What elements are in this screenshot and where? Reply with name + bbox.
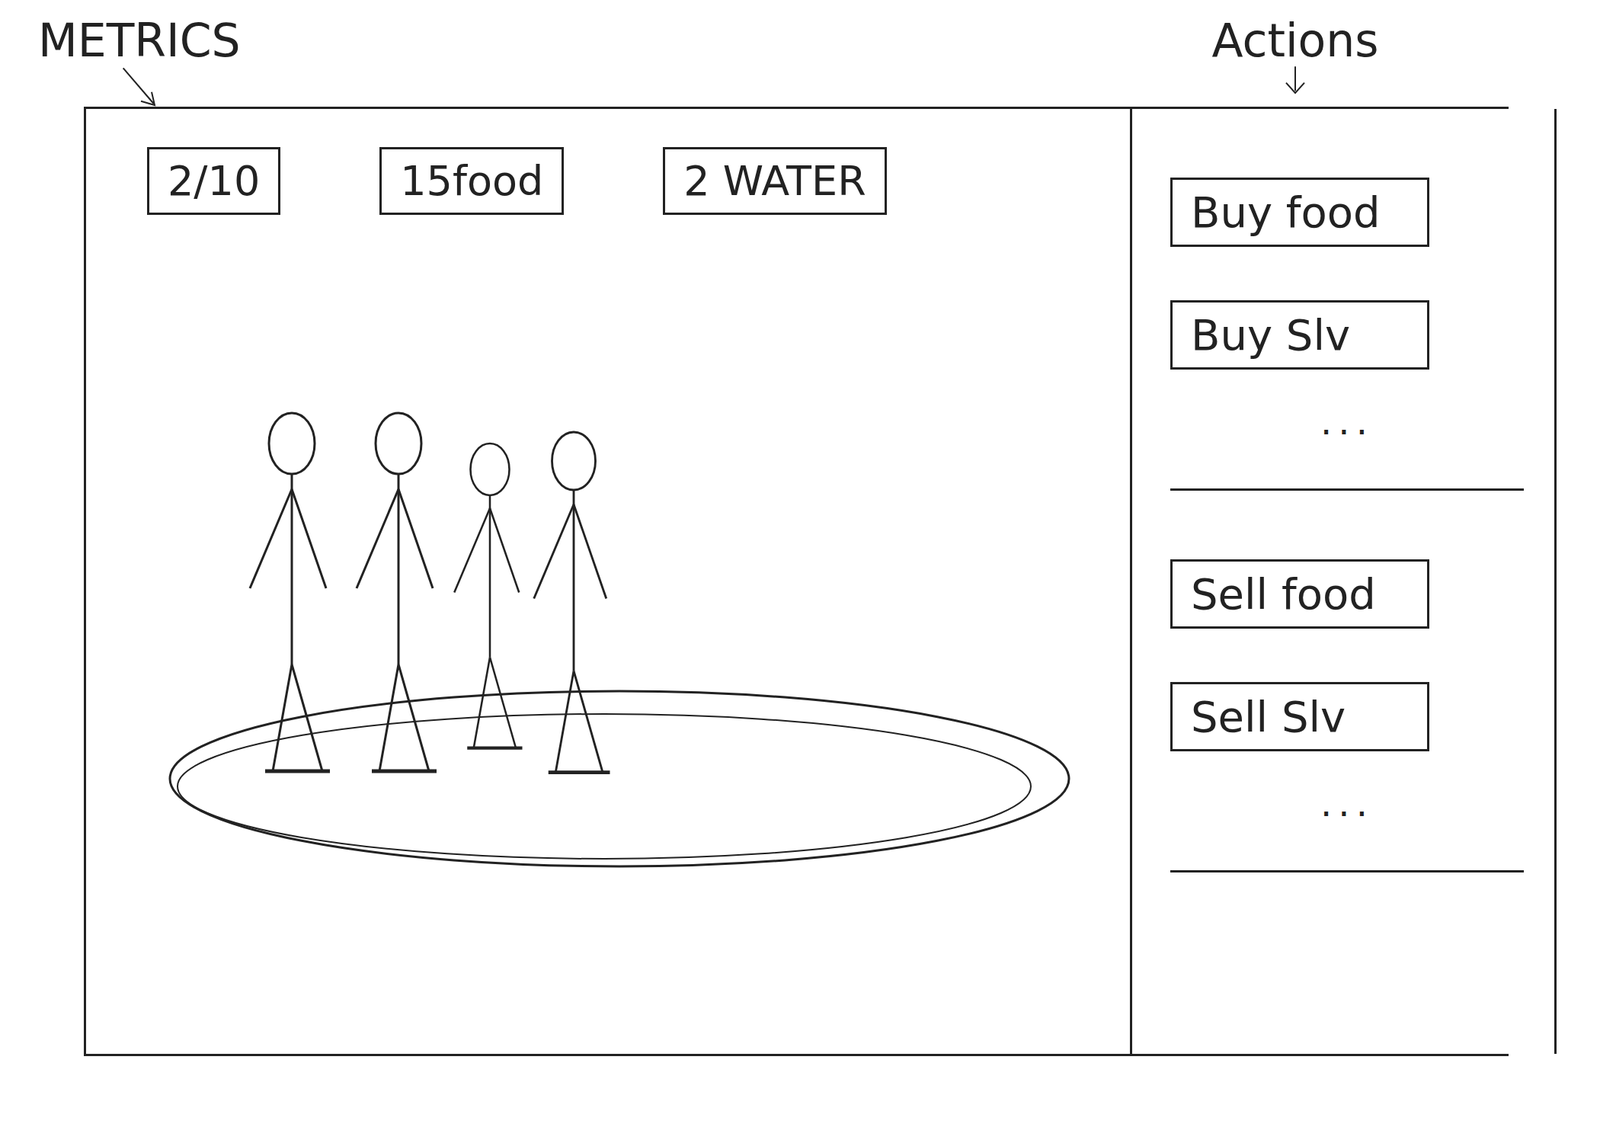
game-panel: 2/10 15food 2 WATER — [83, 108, 1130, 1054]
stick-figure-icon — [249, 412, 330, 772]
action-button[interactable]: Buy food — [1170, 177, 1430, 247]
more-actions[interactable]: ... — [1320, 781, 1374, 825]
metric-box: 2 WATER — [662, 147, 887, 215]
actions-annotation-label: Actions — [1211, 15, 1379, 66]
arrow-down-right-icon — [114, 65, 183, 112]
stick-figure-icon — [534, 432, 611, 773]
ground-platform — [169, 691, 1069, 867]
stick-figure-icon — [356, 412, 437, 772]
action-group: Buy food Buy Slv... — [1170, 177, 1524, 491]
metrics-bar: 2/10 15food 2 WATER — [147, 147, 1100, 215]
actions-panel: Buy food Buy Slv... Sell food Sell Slv... — [1129, 108, 1557, 1054]
arrow-down-icon — [1280, 65, 1311, 96]
wireframe-page: METRICSActions2/1015food2 WATERBuy foodB… — [0, 0, 1600, 1143]
screen-frame: 2/10 15food 2 WATER Buy food Buy Slv... Sell … — [83, 106, 1509, 1056]
action-button[interactable]: Sell food — [1170, 559, 1430, 629]
annotation-row: METRICSActions — [83, 15, 1509, 107]
metric-box: 15food — [379, 147, 564, 215]
metrics-annotation: METRICS — [38, 15, 1082, 112]
action-button[interactable]: Buy Slv — [1170, 300, 1430, 370]
stick-figure-icon — [454, 443, 522, 749]
metric-box: 2/10 — [147, 147, 281, 215]
group-scene — [147, 382, 1100, 916]
action-group: Sell food Sell Slv... — [1170, 559, 1524, 873]
metrics-annotation-label: METRICS — [38, 15, 241, 66]
actions-annotation: Actions — [1081, 15, 1509, 112]
action-button[interactable]: Sell Slv — [1170, 681, 1430, 752]
more-actions[interactable]: ... — [1320, 400, 1374, 443]
